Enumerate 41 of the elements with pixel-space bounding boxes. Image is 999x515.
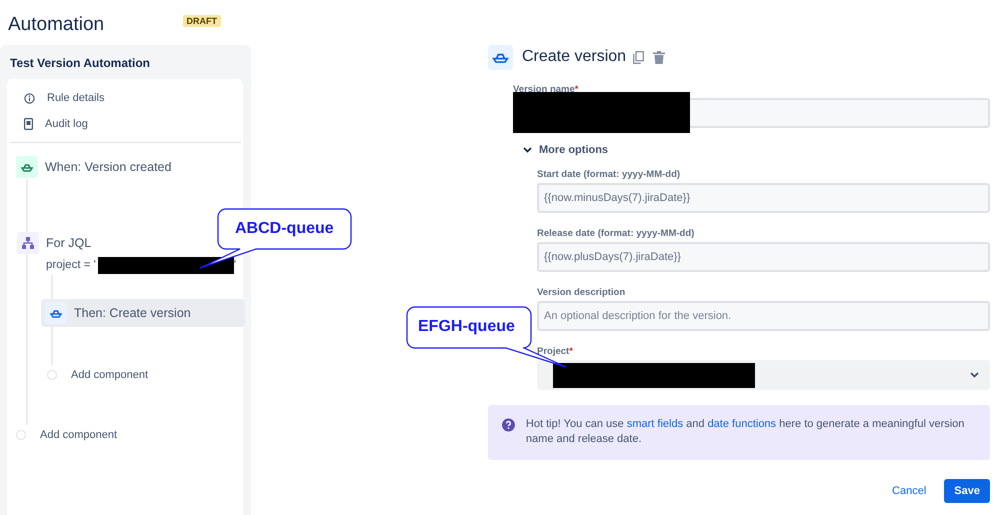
step-label: Then: Create version [74, 306, 191, 320]
link[interactable]: smart fields [626, 418, 684, 430]
panel-title: Create version [522, 48, 626, 66]
save-button[interactable]: Save [944, 479, 990, 503]
field-label: Start date (format: yyyy-MM-dd) [537, 169, 682, 181]
tip-text: Hot tip! You can use smart fields and date functions here to generate a meaningful version name and release date. [526, 417, 966, 447]
hierarchy-icon [17, 232, 39, 254]
menu-item[interactable]: Rule details [10, 85, 241, 111]
field-label: Version name* [513, 84, 580, 96]
rule-name: Test Version Automation [9, 56, 152, 70]
copy-icon[interactable] [633, 50, 644, 64]
project-select[interactable] [537, 360, 990, 390]
document-icon [24, 118, 33, 130]
ship-icon [488, 44, 513, 70]
trigger-step[interactable]: When: Version created [16, 155, 241, 179]
input-field[interactable]: An optional description for the version. [537, 301, 990, 331]
callout-label: ABCD-queue [235, 220, 334, 238]
step-label: When: Version created [45, 160, 172, 174]
field-label: Version description [537, 287, 626, 299]
link[interactable]: date functions [708, 418, 776, 430]
jql-text: ' [234, 259, 236, 271]
input-field[interactable]: {{now.plusDays(7).jiraDate}} [537, 242, 990, 272]
menu-item[interactable]: Audit log [10, 111, 241, 137]
chevron-down-icon [970, 372, 979, 378]
input-field[interactable]: {{now.minusDays(7).jiraDate}} [537, 183, 990, 213]
jql-text: project = ' [46, 259, 96, 271]
trash-icon[interactable] [653, 50, 666, 64]
chevron-down-icon [523, 147, 532, 153]
cancel-button[interactable]: Cancel [882, 479, 936, 503]
info-icon [24, 92, 35, 104]
ship-icon [16, 156, 38, 178]
page-title: Automation [8, 14, 104, 36]
status-badge: DRAFT [182, 15, 221, 27]
ship-icon [45, 302, 67, 324]
field-label: Release date (format: yyyy-MM-dd) [537, 228, 696, 240]
action-step[interactable]: Then: Create version [41, 299, 245, 327]
step-label: For JQL [46, 236, 92, 250]
callout-label: EFGH-queue [418, 318, 515, 336]
more-options-toggle[interactable]: More options [513, 141, 608, 159]
field-label: Project* [537, 346, 574, 358]
question-icon [502, 417, 515, 433]
